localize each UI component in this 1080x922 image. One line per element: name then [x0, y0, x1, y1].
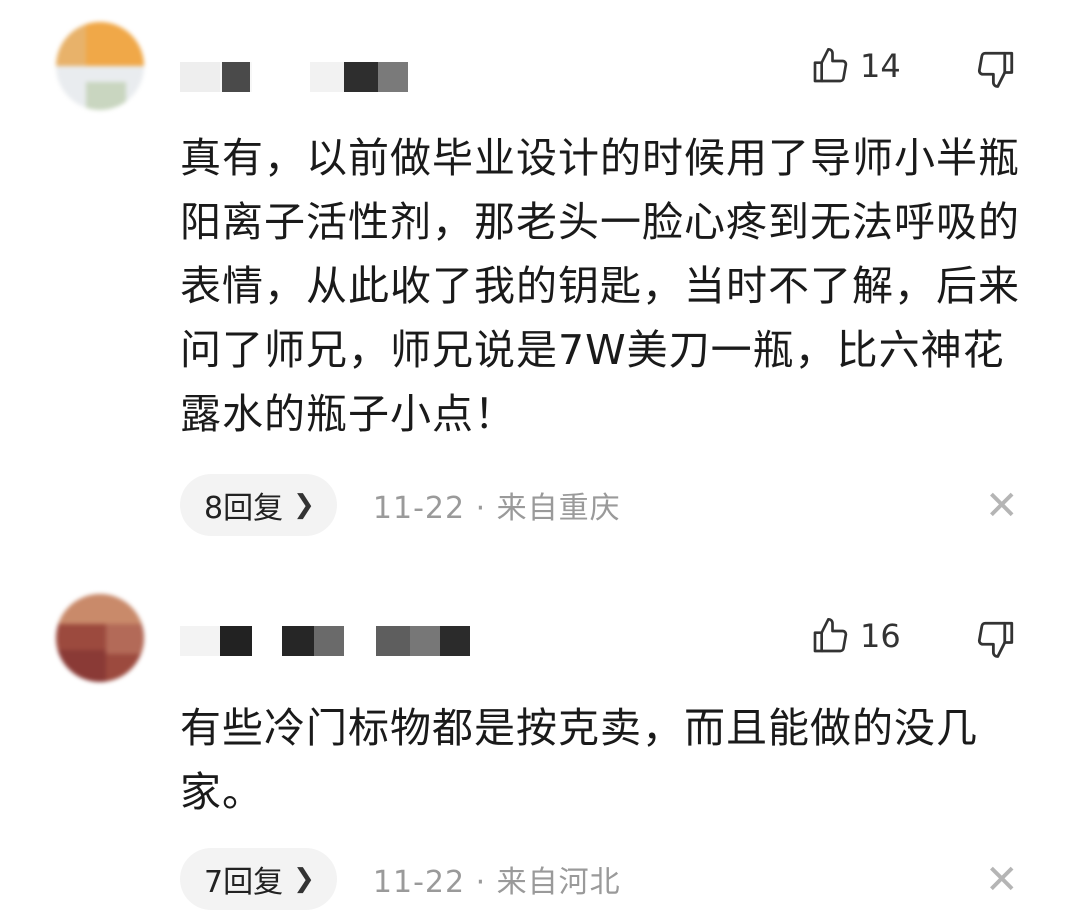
comment-text: 有些冷门标物都是按克卖，而且能做的没几家。 — [180, 704, 978, 816]
username-redacted[interactable] — [180, 626, 480, 656]
username-redacted[interactable] — [180, 62, 420, 92]
chevron-right-icon: ❯ — [293, 864, 315, 894]
like-button[interactable]: 16 — [810, 616, 901, 656]
thumbs-up-icon — [813, 48, 848, 83]
comment-meta: 11-22 · 来自重庆 — [372, 491, 621, 526]
like-button[interactable]: 14 — [810, 46, 901, 86]
close-icon[interactable]: ✕ — [985, 860, 1019, 900]
comment-footer: 7回复 ❯ 11-22 · 来自河北 — [180, 848, 621, 910]
close-icon[interactable]: ✕ — [985, 486, 1019, 526]
avatar[interactable] — [56, 594, 144, 682]
reply-label: 8回复 — [204, 491, 284, 526]
reply-label: 7回复 — [204, 865, 284, 900]
comment-meta: 11-22 · 来自河北 — [372, 865, 621, 900]
thumbs-down-icon — [977, 621, 1014, 658]
chevron-right-icon: ❯ — [293, 490, 315, 520]
dislike-button[interactable] — [975, 48, 1017, 94]
comment-footer: 8回复 ❯ 11-22 · 来自重庆 — [180, 474, 621, 536]
thumbs-up-icon — [813, 618, 848, 653]
comment-text: 真有，以前做毕业设计的时候用了导师小半瓶阳离子活性剂，那老头一脸心疼到无法呼吸的… — [180, 134, 1020, 438]
like-count: 16 — [860, 617, 901, 655]
reply-button[interactable]: 7回复 ❯ — [180, 848, 337, 910]
thumbs-down-icon — [977, 51, 1014, 88]
avatar[interactable] — [56, 22, 144, 110]
like-count: 14 — [860, 47, 901, 85]
dislike-button[interactable] — [975, 618, 1017, 664]
reply-button[interactable]: 8回复 ❯ — [180, 474, 337, 536]
